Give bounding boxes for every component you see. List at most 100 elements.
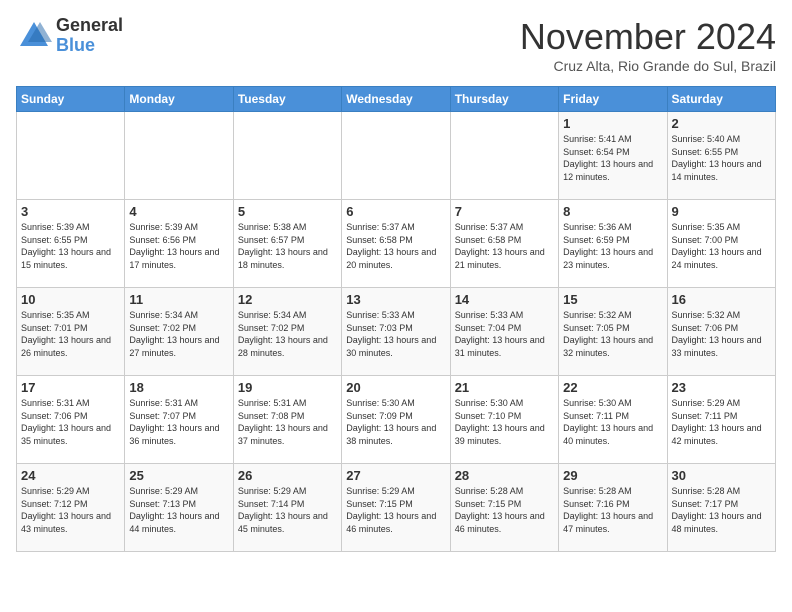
- header-day-saturday: Saturday: [667, 87, 775, 112]
- week-row-2: 3 Sunrise: 5:39 AMSunset: 6:55 PMDaylight…: [17, 200, 776, 288]
- logo-text: General Blue: [56, 16, 123, 56]
- day-info: Sunrise: 5:28 AMSunset: 7:17 PMDaylight:…: [672, 485, 771, 535]
- day-number: 4: [129, 204, 228, 219]
- day-number: 12: [238, 292, 337, 307]
- logo-general-text: General: [56, 16, 123, 36]
- day-number: 2: [672, 116, 771, 131]
- day-number: 13: [346, 292, 445, 307]
- day-info: Sunrise: 5:40 AMSunset: 6:55 PMDaylight:…: [672, 133, 771, 183]
- day-cell: 9Sunrise: 5:35 AMSunset: 7:00 PMDaylight…: [667, 200, 775, 288]
- logo: General Blue: [16, 16, 123, 56]
- day-info: Sunrise: 5:34 AMSunset: 7:02 PMDaylight:…: [238, 309, 337, 359]
- day-number: 11: [129, 292, 228, 307]
- header-row: SundayMondayTuesdayWednesdayThursdayFrid…: [17, 87, 776, 112]
- day-cell: [17, 112, 125, 200]
- day-info: Sunrise: 5:33 AMSunset: 7:04 PMDaylight:…: [455, 309, 554, 359]
- day-info: Sunrise: 5:31 AMSunset: 7:06 PMDaylight:…: [21, 397, 120, 447]
- day-number: 25: [129, 468, 228, 483]
- day-cell: 13 Sunrise: 5:33 AMSunset: 7:03 PMDayligh…: [342, 288, 450, 376]
- day-info: Sunrise: 5:37 AMSunset: 6:58 PMDaylight:…: [346, 221, 445, 271]
- day-info: Sunrise: 5:30 AMSunset: 7:09 PMDaylight:…: [346, 397, 445, 447]
- day-cell: 5 Sunrise: 5:38 AMSunset: 6:57 PMDaylight…: [233, 200, 341, 288]
- header-day-sunday: Sunday: [17, 87, 125, 112]
- day-cell: 4Sunrise: 5:39 AMSunset: 6:56 PMDaylight…: [125, 200, 233, 288]
- week-row-4: 17 Sunrise: 5:31 AMSunset: 7:06 PMDayligh…: [17, 376, 776, 464]
- day-info: Sunrise: 5:28 AMSunset: 7:15 PMDaylight:…: [455, 485, 554, 535]
- day-cell: 20 Sunrise: 5:30 AMSunset: 7:09 PMDayligh…: [342, 376, 450, 464]
- logo-blue-text: Blue: [56, 36, 123, 56]
- day-cell: 8Sunrise: 5:36 AMSunset: 6:59 PMDaylight…: [559, 200, 667, 288]
- day-cell: 30 Sunrise: 5:28 AMSunset: 7:17 PMDayligh…: [667, 464, 775, 552]
- day-info: Sunrise: 5:34 AMSunset: 7:02 PMDaylight:…: [129, 309, 228, 359]
- week-row-5: 24 Sunrise: 5:29 AMSunset: 7:12 PMDayligh…: [17, 464, 776, 552]
- day-cell: 28Sunrise: 5:28 AMSunset: 7:15 PMDayligh…: [450, 464, 558, 552]
- day-number: 16: [672, 292, 771, 307]
- day-number: 3: [21, 204, 120, 219]
- day-number: 24: [21, 468, 120, 483]
- day-info: Sunrise: 5:38 AMSunset: 6:57 PMDaylight:…: [238, 221, 337, 271]
- day-cell: 14 Sunrise: 5:33 AMSunset: 7:04 PMDayligh…: [450, 288, 558, 376]
- day-info: Sunrise: 5:29 AMSunset: 7:12 PMDaylight:…: [21, 485, 120, 535]
- day-cell: 21Sunrise: 5:30 AMSunset: 7:10 PMDayligh…: [450, 376, 558, 464]
- day-number: 14: [455, 292, 554, 307]
- day-number: 10: [21, 292, 120, 307]
- day-info: Sunrise: 5:29 AMSunset: 7:13 PMDaylight:…: [129, 485, 228, 535]
- day-cell: 24 Sunrise: 5:29 AMSunset: 7:12 PMDayligh…: [17, 464, 125, 552]
- day-number: 23: [672, 380, 771, 395]
- day-info: Sunrise: 5:41 AMSunset: 6:54 PMDaylight:…: [563, 133, 662, 183]
- day-cell: 16 Sunrise: 5:32 AMSunset: 7:06 PMDayligh…: [667, 288, 775, 376]
- title-block: November 2024 Cruz Alta, Rio Grande do S…: [520, 16, 776, 74]
- day-info: Sunrise: 5:33 AMSunset: 7:03 PMDaylight:…: [346, 309, 445, 359]
- day-info: Sunrise: 5:29 AMSunset: 7:14 PMDaylight:…: [238, 485, 337, 535]
- day-cell: 7 Sunrise: 5:37 AMSunset: 6:58 PMDaylight…: [450, 200, 558, 288]
- day-info: Sunrise: 5:30 AMSunset: 7:11 PMDaylight:…: [563, 397, 662, 447]
- day-number: 22: [563, 380, 662, 395]
- day-cell: 3 Sunrise: 5:39 AMSunset: 6:55 PMDaylight…: [17, 200, 125, 288]
- calendar-table: SundayMondayTuesdayWednesdayThursdayFrid…: [16, 86, 776, 552]
- day-cell: 19Sunrise: 5:31 AMSunset: 7:08 PMDayligh…: [233, 376, 341, 464]
- day-number: 30: [672, 468, 771, 483]
- day-cell: 12 Sunrise: 5:34 AMSunset: 7:02 PMDayligh…: [233, 288, 341, 376]
- day-number: 21: [455, 380, 554, 395]
- day-cell: 1 Sunrise: 5:41 AMSunset: 6:54 PMDaylight…: [559, 112, 667, 200]
- day-number: 26: [238, 468, 337, 483]
- day-cell: 29 Sunrise: 5:28 AMSunset: 7:16 PMDayligh…: [559, 464, 667, 552]
- day-cell: 26 Sunrise: 5:29 AMSunset: 7:14 PMDayligh…: [233, 464, 341, 552]
- week-row-1: 1 Sunrise: 5:41 AMSunset: 6:54 PMDaylight…: [17, 112, 776, 200]
- day-number: 9: [672, 204, 771, 219]
- day-number: 7: [455, 204, 554, 219]
- day-cell: [233, 112, 341, 200]
- day-info: Sunrise: 5:39 AMSunset: 6:55 PMDaylight:…: [21, 221, 120, 271]
- day-info: Sunrise: 5:32 AMSunset: 7:06 PMDaylight:…: [672, 309, 771, 359]
- day-number: 5: [238, 204, 337, 219]
- day-number: 20: [346, 380, 445, 395]
- day-number: 29: [563, 468, 662, 483]
- header-day-tuesday: Tuesday: [233, 87, 341, 112]
- logo-icon: [16, 18, 52, 54]
- day-cell: 10 Sunrise: 5:35 AMSunset: 7:01 PMDayligh…: [17, 288, 125, 376]
- location-text: Cruz Alta, Rio Grande do Sul, Brazil: [520, 58, 776, 74]
- day-number: 1: [563, 116, 662, 131]
- day-cell: [125, 112, 233, 200]
- day-info: Sunrise: 5:37 AMSunset: 6:58 PMDaylight:…: [455, 221, 554, 271]
- day-info: Sunrise: 5:35 AMSunset: 7:01 PMDaylight:…: [21, 309, 120, 359]
- header-day-friday: Friday: [559, 87, 667, 112]
- day-cell: 18Sunrise: 5:31 AMSunset: 7:07 PMDayligh…: [125, 376, 233, 464]
- header-day-monday: Monday: [125, 87, 233, 112]
- day-cell: 22 Sunrise: 5:30 AMSunset: 7:11 PMDayligh…: [559, 376, 667, 464]
- day-number: 17: [21, 380, 120, 395]
- day-cell: 11 Sunrise: 5:34 AMSunset: 7:02 PMDayligh…: [125, 288, 233, 376]
- day-cell: [342, 112, 450, 200]
- day-cell: 27Sunrise: 5:29 AMSunset: 7:15 PMDayligh…: [342, 464, 450, 552]
- day-info: Sunrise: 5:36 AMSunset: 6:59 PMDaylight:…: [563, 221, 662, 271]
- header-day-wednesday: Wednesday: [342, 87, 450, 112]
- day-number: 19: [238, 380, 337, 395]
- week-row-3: 10 Sunrise: 5:35 AMSunset: 7:01 PMDayligh…: [17, 288, 776, 376]
- day-cell: 6Sunrise: 5:37 AMSunset: 6:58 PMDaylight…: [342, 200, 450, 288]
- day-cell: 23 Sunrise: 5:29 AMSunset: 7:11 PMDayligh…: [667, 376, 775, 464]
- day-number: 27: [346, 468, 445, 483]
- day-info: Sunrise: 5:28 AMSunset: 7:16 PMDaylight:…: [563, 485, 662, 535]
- day-info: Sunrise: 5:29 AMSunset: 7:11 PMDaylight:…: [672, 397, 771, 447]
- day-number: 18: [129, 380, 228, 395]
- month-title: November 2024: [520, 16, 776, 58]
